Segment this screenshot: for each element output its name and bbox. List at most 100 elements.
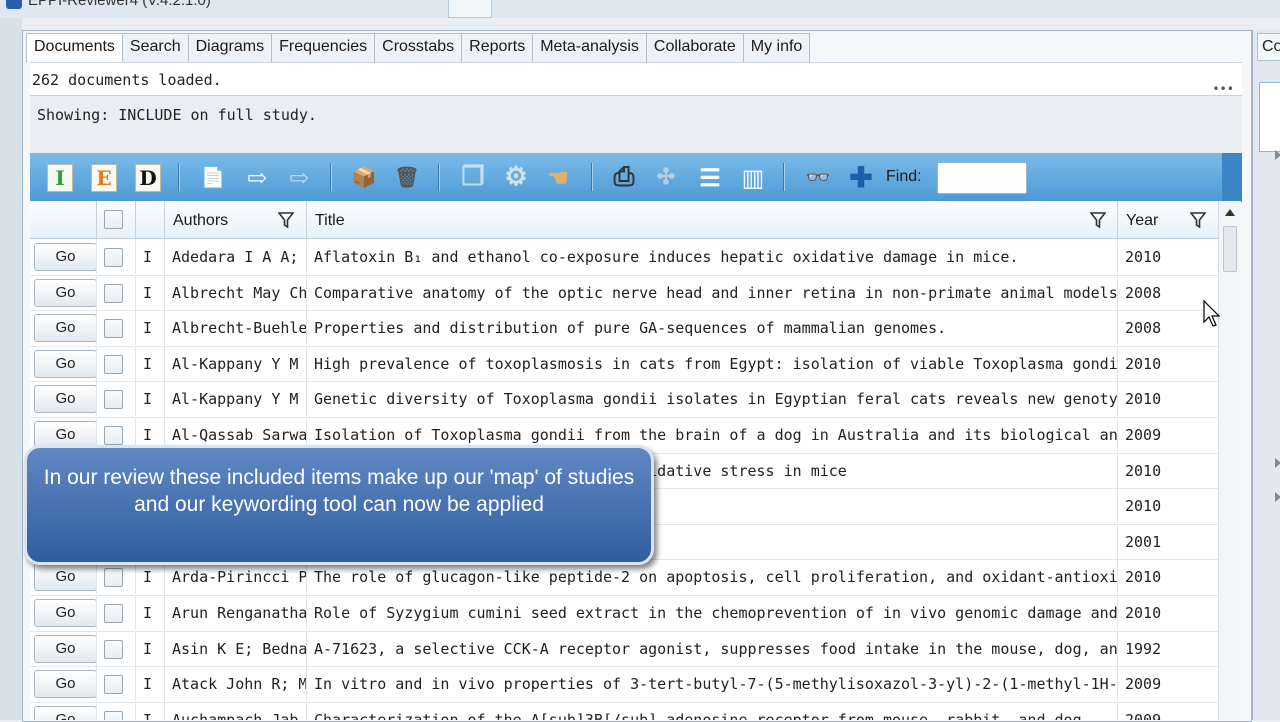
row-checkbox[interactable] [104, 248, 123, 267]
binoculars-icon[interactable]: 👓 [802, 162, 834, 192]
import-icon[interactable]: ⇨ [241, 162, 273, 192]
year-filter-icon[interactable] [1190, 211, 1206, 229]
exclude-document-icon[interactable]: E [91, 164, 117, 192]
package-icon[interactable]: 📦 [348, 162, 380, 192]
table-row[interactable]: Go I Atack John R; Ma In vitro and in vivo … [30, 666, 1218, 703]
year-text: 2010 [1125, 461, 1162, 480]
row-checkbox[interactable] [104, 390, 123, 410]
row-checkbox[interactable] [104, 283, 123, 303]
tab-crosstabs[interactable]: Crosstabs [374, 33, 463, 62]
hand-icon[interactable]: ☚ [542, 162, 574, 192]
row-checkbox[interactable] [104, 319, 123, 339]
new-document-icon[interactable]: 📄 [197, 162, 229, 192]
delete-document-icon[interactable]: D [135, 164, 161, 192]
authors-filter-icon[interactable] [278, 211, 294, 229]
header-year-label: Year [1126, 212, 1159, 229]
authors-text: Auchampach Jab [172, 710, 299, 720]
title-text: Properties and distribution of pure GA-s… [314, 319, 947, 338]
tab-diagrams[interactable]: Diagrams [187, 33, 273, 62]
go-button[interactable]: Go [34, 599, 96, 627]
go-button[interactable]: Go [34, 278, 96, 307]
year-cell: 2010 [1118, 488, 1218, 523]
table-row[interactable]: Go I Asin K E; Bednar A-71623, a selective … [30, 630, 1218, 668]
row-checkbox[interactable] [104, 639, 123, 659]
add-plus-icon[interactable]: ✚ [845, 161, 877, 194]
window-tab-stub[interactable] [448, 0, 492, 18]
header-authors[interactable]: Authors [165, 201, 307, 238]
scroll-up-arrow-icon[interactable] [1225, 209, 1235, 216]
tab-search[interactable]: Search [121, 33, 189, 62]
authors-text: Arda-Pirincci Peli [172, 568, 307, 587]
authors-cell: Arun Renganatha [165, 595, 307, 630]
select-all-checkbox[interactable] [104, 210, 123, 229]
trash-icon[interactable]: 🗑 [391, 162, 423, 192]
go-button[interactable]: Go [34, 563, 96, 592]
include-document-icon[interactable]: I [47, 164, 73, 192]
go-cell: Go [30, 310, 97, 346]
toolbar-separator [783, 163, 785, 191]
print-icon[interactable]: ⎙ [608, 162, 640, 192]
expand-arrow-icon[interactable] [1275, 492, 1280, 502]
go-button[interactable]: Go [34, 385, 96, 414]
flag-cell: I [136, 630, 165, 666]
flag-cell: I [136, 701, 165, 720]
right-panel-tab[interactable]: Co [1257, 33, 1280, 61]
go-button[interactable]: Go [34, 349, 96, 378]
year-text: 2010 [1125, 248, 1162, 266]
app-title-text: EPPI-Reviewer4 (V.4.2.1.0) [28, 0, 211, 9]
row-checkbox[interactable] [104, 426, 123, 445]
duplicates-icon[interactable]: ❐ [457, 162, 489, 192]
go-button[interactable]: Go [34, 243, 96, 271]
find-input[interactable] [937, 162, 1027, 194]
title-filter-icon[interactable] [1090, 211, 1106, 229]
go-button[interactable]: Go [34, 634, 96, 663]
more-dots-icon[interactable]: ••• [1212, 82, 1234, 96]
tab-reports[interactable]: Reports [461, 33, 534, 62]
tab-my-info[interactable]: My info [742, 33, 811, 62]
include-flag: I [143, 248, 153, 266]
table-row[interactable]: Go I Arun Renganatha Role of Syzygium cumin… [30, 595, 1218, 632]
settings-gear-icon[interactable]: ⚙ [500, 162, 532, 192]
title-cell: Characterization of the A[sub]3B[/sub] a… [307, 701, 1118, 720]
table-row[interactable]: Go I Al-Kappany Y M Genetic diversity of To… [30, 381, 1218, 418]
row-checkbox[interactable] [104, 568, 123, 588]
row-checkbox[interactable] [104, 675, 123, 695]
expand-arrow-icon[interactable] [1275, 458, 1280, 468]
tab-meta-analysis[interactable]: Meta-analysis [532, 33, 647, 62]
table-row[interactable]: Go I Albrecht-Buehler Properties and distri… [30, 310, 1218, 347]
row-checkbox[interactable] [104, 354, 123, 374]
expand-arrow-icon[interactable] [1275, 150, 1280, 160]
authors-cell: Albrecht-Buehler [165, 310, 307, 346]
toolbar-scroll[interactable] [1222, 153, 1242, 201]
go-button[interactable]: Go [34, 705, 96, 720]
flag-cell: I [136, 381, 165, 417]
include-flag: I [143, 568, 153, 587]
puzzle-icon[interactable]: ✣ [650, 162, 682, 192]
grid-vertical-scrollbar[interactable] [1218, 201, 1241, 720]
export-icon[interactable]: ⇨ [283, 162, 315, 192]
tab-collaborate[interactable]: Collaborate [645, 33, 744, 62]
go-button[interactable]: Go [34, 314, 96, 343]
showing-filter-text: Showing: INCLUDE on full study. [37, 106, 317, 124]
grid-header: Authors Title Year [30, 201, 1218, 239]
include-flag: I [143, 604, 153, 622]
header-title[interactable]: Title [307, 201, 1118, 238]
list-view-icon[interactable]: ☰ [694, 162, 726, 192]
tab-frequencies[interactable]: Frequencies [271, 33, 376, 62]
year-text: 2009 [1125, 710, 1162, 720]
header-year[interactable]: Year [1118, 201, 1218, 238]
title-text: Aflatoxin B₁ and ethanol co-exposure ind… [314, 248, 1019, 266]
row-checkbox[interactable] [104, 710, 123, 720]
title-cell: A-71623, a selective CCK-A receptor agon… [307, 630, 1118, 666]
columns-view-icon[interactable]: ▥ [737, 162, 769, 192]
go-button[interactable]: Go [34, 670, 96, 699]
table-row[interactable]: Go I Al-Kappany Y M High prevalence of toxo… [30, 345, 1218, 383]
select-cell [97, 274, 136, 310]
table-row[interactable]: Go I Albrecht May Chr Comparative anatomy o… [30, 274, 1218, 312]
table-row[interactable]: Go I Adedara I A A; C Aflatoxin B₁ and etha… [30, 239, 1218, 276]
title-text: High prevalence of toxoplasmosis in cats… [314, 354, 1118, 373]
scroll-thumb[interactable] [1223, 226, 1237, 272]
table-row[interactable]: Go I Auchampach Jab Characterization of the… [30, 701, 1218, 720]
row-checkbox[interactable] [104, 604, 123, 623]
tab-documents[interactable]: Documents [26, 33, 123, 63]
